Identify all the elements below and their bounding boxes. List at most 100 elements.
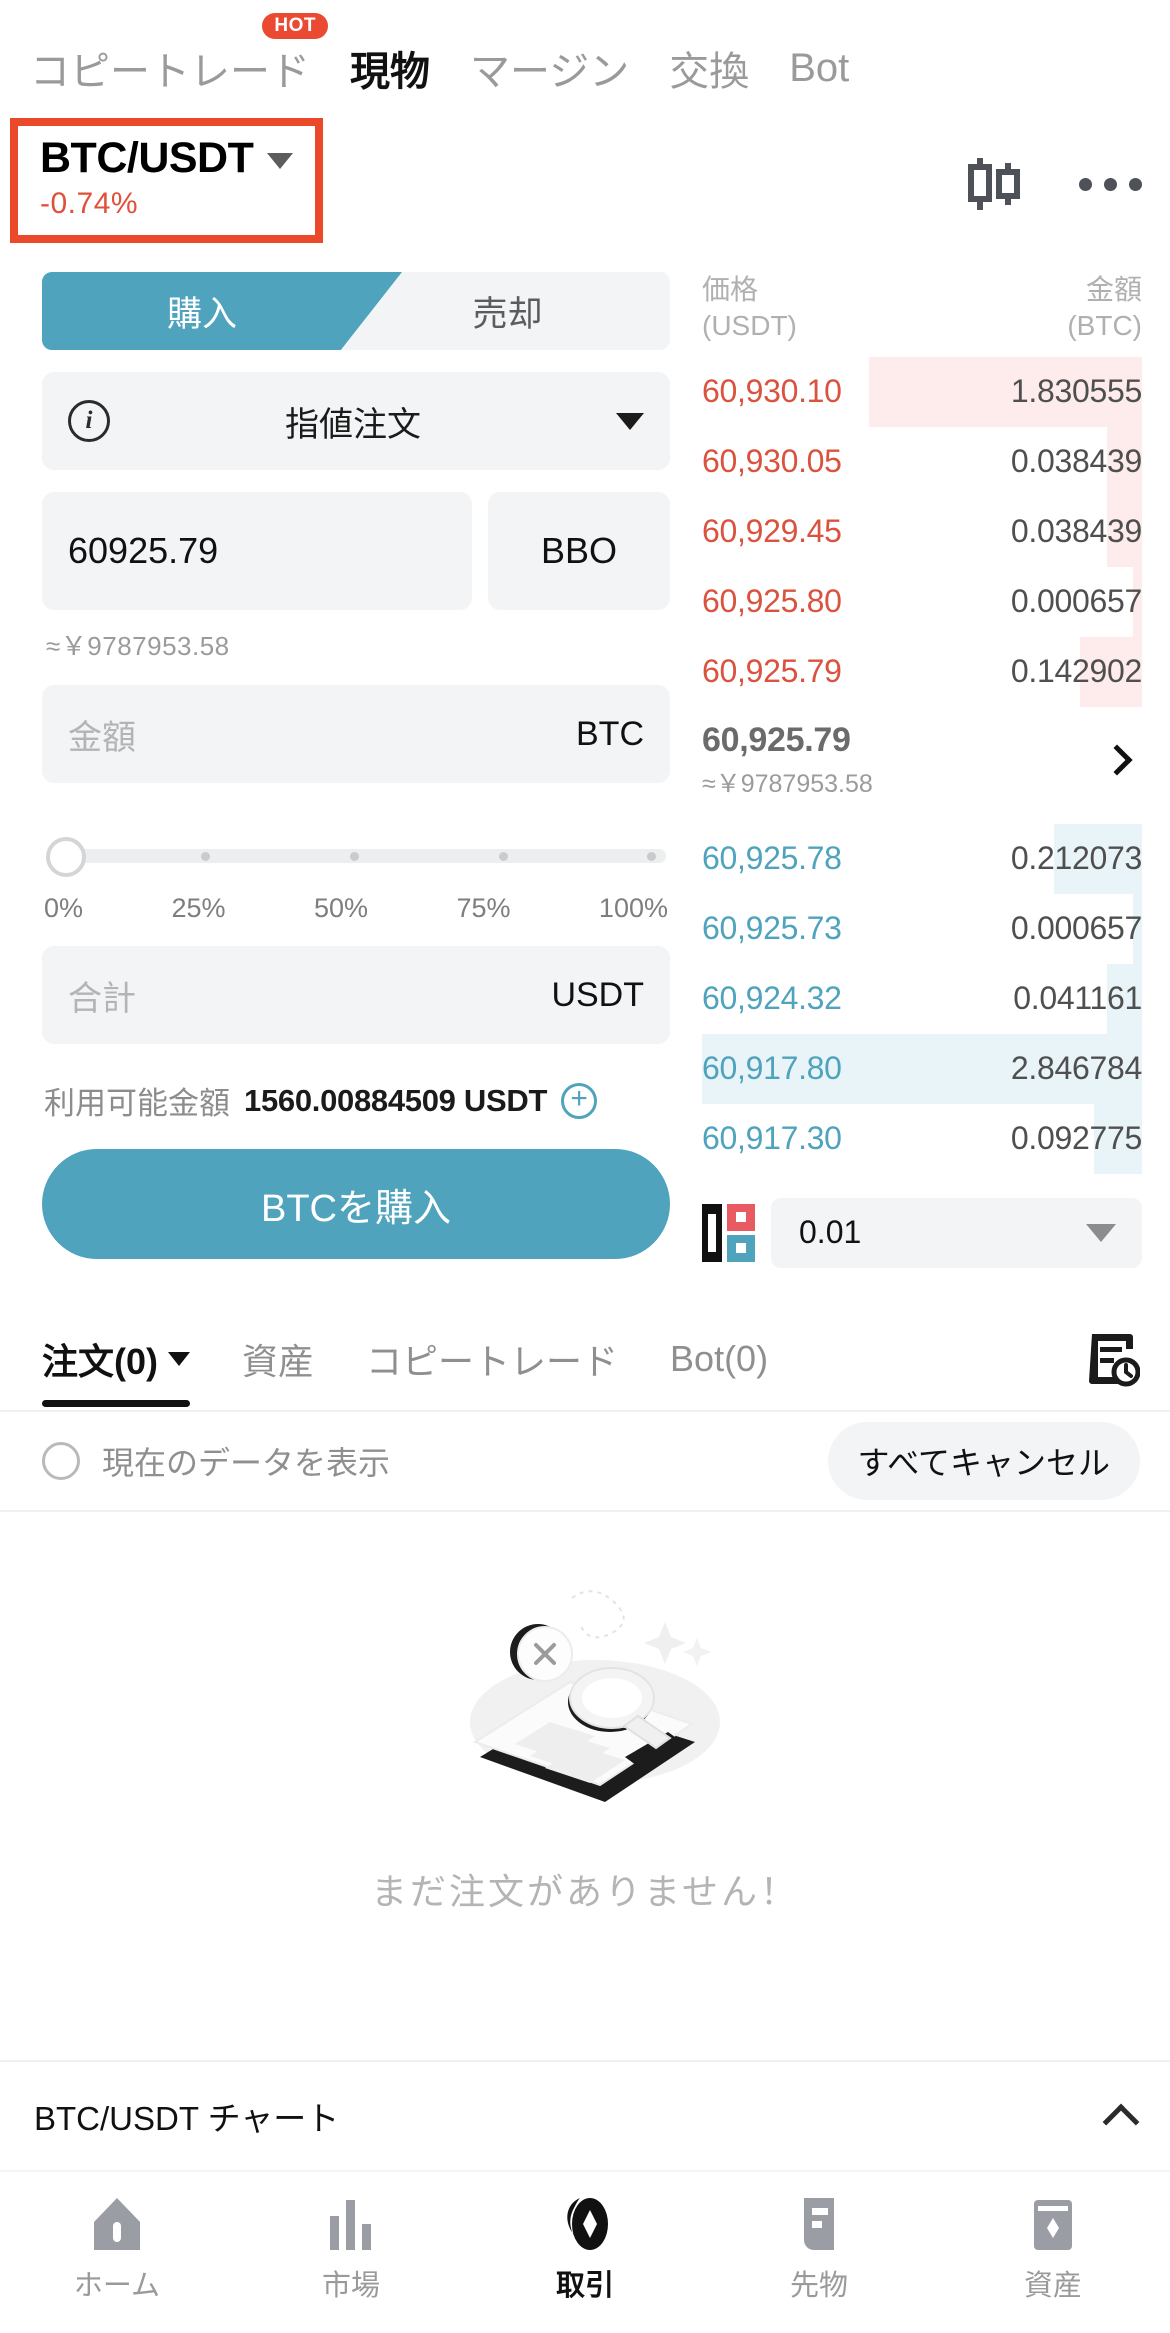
market-bars-icon (322, 2190, 380, 2252)
tab-bot-orders[interactable]: Bot(0) (670, 1338, 768, 1380)
bid-price: 60,925.73 (702, 910, 842, 947)
tab-spot[interactable]: 現物 (350, 39, 430, 97)
chevron-up-icon[interactable] (1102, 2103, 1140, 2141)
tab-bot[interactable]: Bot (789, 46, 849, 91)
buy-tab[interactable]: 購入 (42, 272, 402, 350)
ask-amount: 0.000657 (1010, 583, 1142, 620)
amount-percent-slider[interactable] (46, 835, 666, 877)
slider-tick-25 (201, 852, 210, 861)
orderbook-bid-row[interactable]: 60,924.32 0.041161 (702, 963, 1142, 1034)
tab-copy-trade-orders-label: コピートレード (366, 1340, 619, 1382)
tab-assets[interactable]: 資産 (242, 1333, 314, 1385)
orderbook-bid-row[interactable]: 60,917.80 2.846784 (702, 1033, 1142, 1104)
bid-price: 60,924.32 (702, 980, 842, 1017)
slider-handle[interactable] (46, 837, 86, 877)
slider-label-50[interactable]: 50% (314, 893, 368, 924)
orderbook-ask-row[interactable]: 60,925.79 0.142902 (702, 636, 1142, 707)
chevron-right-icon[interactable] (1101, 744, 1133, 776)
orderbook-layout-icon[interactable] (702, 1203, 755, 1262)
slider-tick-50 (349, 852, 359, 861)
sell-tab[interactable]: 売却 (345, 272, 670, 350)
cancel-all-button[interactable]: すべてキャンセル (827, 1421, 1140, 1500)
tab-copy-trade-orders[interactable]: コピートレード (366, 1333, 618, 1385)
total-input[interactable]: 合計 USDT (42, 946, 670, 1044)
price-approx-value: ≈￥9787953.58 (46, 631, 230, 661)
chevron-down-icon (267, 153, 294, 169)
nav-item-home[interactable]: ホーム (0, 2190, 234, 2304)
orderbook-price-unit: (USDT) (702, 310, 797, 342)
futures-icon (790, 2190, 848, 2252)
buy-sell-toggle: 売却 購入 (42, 272, 670, 350)
orderbook-ask-row[interactable]: 60,925.80 0.000657 (702, 566, 1142, 637)
amount-input[interactable]: 金額 BTC (42, 685, 670, 783)
orderbook-bid-row[interactable]: 60,925.73 0.000657 (702, 893, 1142, 964)
mid-price-value: 60,925.79 (702, 720, 851, 759)
more-horizontal-icon[interactable] (1079, 177, 1142, 191)
amount-unit: BTC (576, 714, 644, 753)
dot (1079, 177, 1092, 191)
slider-label-100[interactable]: 100% (599, 893, 668, 924)
bbo-button[interactable]: BBO (488, 492, 670, 610)
trade-icon (556, 2190, 614, 2252)
orderbook-bid-row[interactable]: 60,925.78 0.212073 (702, 823, 1142, 894)
tab-copy-trade[interactable]: コピートレード HOT (30, 13, 328, 97)
orderbook-ask-row[interactable]: 60,929.45 0.038439 (702, 496, 1142, 567)
slider-track (56, 849, 666, 863)
tab-bot-label: Bot (789, 45, 850, 90)
depth-precision-select[interactable]: 0.01 (771, 1197, 1142, 1268)
ask-amount: 0.142902 (1010, 653, 1142, 690)
submit-buy-button[interactable]: BTCを購入 (42, 1149, 670, 1259)
filter-toggle[interactable]: 現在のデータを表示 (42, 1438, 390, 1484)
ask-price: 60,925.80 (702, 583, 842, 620)
ask-price: 60,930.05 (702, 443, 842, 480)
orderbook-amount-label: 金額 (1085, 274, 1142, 305)
filter-label: 現在のデータを表示 (102, 1444, 391, 1481)
orderbook-header: 価格 (USDT) 金額 (BTC) (702, 272, 1142, 345)
orderbook-panel: 価格 (USDT) 金額 (BTC) 60,930.10 1.830555 60… (690, 258, 1170, 1268)
chart-collapse-bar[interactable]: BTC/USDT チャート (0, 2060, 1170, 2170)
slider-label-75[interactable]: 75% (456, 893, 510, 924)
order-history-icon[interactable] (1088, 1331, 1141, 1387)
orderbook-bid-row[interactable]: 60,917.30 0.092775 (702, 1103, 1142, 1174)
mid-price-group: 60,925.79 ≈￥9787953.58 (702, 721, 873, 800)
plus-circle-icon[interactable]: + (561, 1082, 598, 1119)
orderbook-amount-unit: (BTC) (1067, 310, 1142, 342)
symbol-selector[interactable]: BTC/USDT -0.74% (10, 118, 324, 243)
cancel-all-label: すべてキャンセル (857, 1444, 1110, 1481)
orderbook-asks: 60,930.10 1.830555 60,930.05 0.038439 60… (702, 356, 1142, 707)
nav-item-trade[interactable]: 取引 (468, 2190, 702, 2304)
layout-square-ask (727, 1203, 755, 1231)
order-form-panel: 売却 購入 i 指値注文 60925.79 BBO ≈￥9787953.58 金… (0, 258, 690, 1268)
bbo-label: BBO (540, 530, 618, 571)
ask-price: 60,930.10 (702, 373, 842, 410)
ask-price: 60,925.79 (702, 653, 842, 690)
slider-label-0[interactable]: 0% (44, 893, 83, 924)
price-value: 60925.79 (68, 530, 219, 571)
slider-labels: 0% 25% 50% 75% 100% (44, 893, 668, 924)
available-balance-label: 利用可能金額 (44, 1086, 230, 1121)
candlestick-icon[interactable] (967, 158, 1027, 210)
bid-amount: 2.846784 (1010, 1050, 1142, 1087)
nav-item-assets-label: 資産 (1023, 2270, 1082, 2302)
tab-orders[interactable]: 注文(0) (42, 1333, 190, 1407)
price-input[interactable]: 60925.79 (42, 492, 472, 610)
bid-amount: 0.041161 (1013, 980, 1142, 1017)
nav-item-futures[interactable]: 先物 (702, 2190, 936, 2304)
orderbook-price-column-header: 価格 (USDT) (702, 272, 797, 345)
radio-unchecked-icon[interactable] (42, 1441, 80, 1480)
orderbook-ask-row[interactable]: 60,930.05 0.038439 (702, 426, 1142, 497)
dot (1104, 177, 1117, 191)
orderbook-amount-column-header: 金額 (BTC) (1067, 272, 1142, 345)
nav-item-market[interactable]: 市場 (234, 2190, 468, 2304)
orderbook-ask-row[interactable]: 60,930.10 1.830555 (702, 356, 1142, 427)
slider-label-25[interactable]: 25% (171, 893, 225, 924)
orderbook-mid-price[interactable]: 60,925.79 ≈￥9787953.58 (702, 707, 1142, 812)
tab-convert[interactable]: 交換 (669, 39, 749, 97)
order-type-selector[interactable]: i 指値注文 (42, 372, 670, 470)
nav-item-assets[interactable]: 資産 (936, 2190, 1170, 2304)
square-inner (736, 1212, 746, 1223)
layout-square-bid (727, 1234, 755, 1262)
layout-bar-inner (708, 1213, 716, 1252)
tab-margin-label: マージン (470, 50, 630, 94)
tab-margin[interactable]: マージン (470, 39, 629, 97)
